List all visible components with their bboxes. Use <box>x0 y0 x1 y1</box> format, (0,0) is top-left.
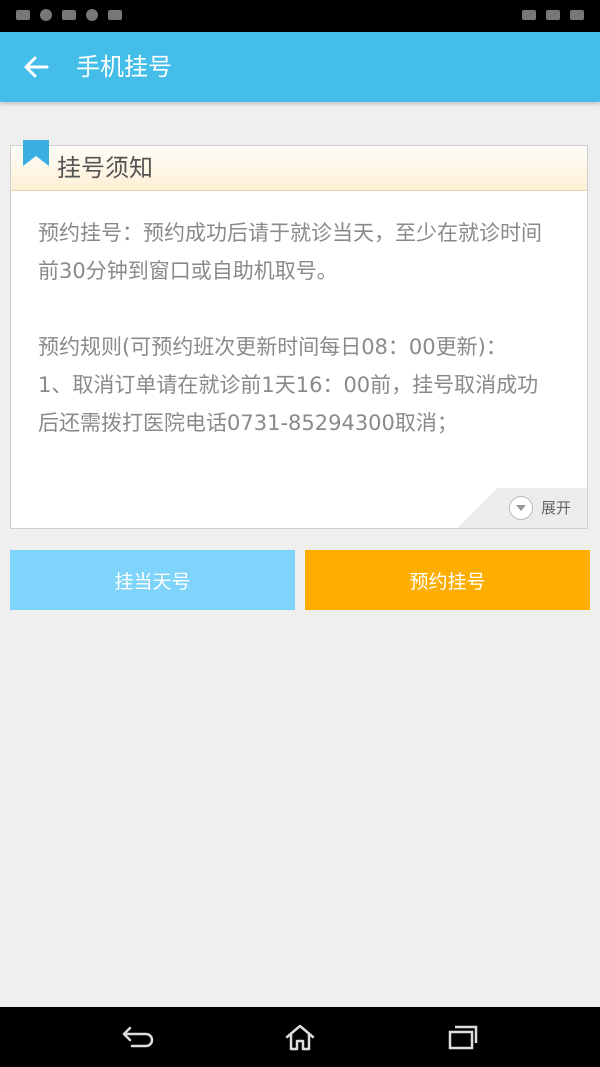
status-bar-left-icons <box>16 8 122 22</box>
registration-notice-card: 挂号须知 预约挂号：预约成功后请于就诊当天，至少在就诊时间前30分钟到窗口或自助… <box>10 140 588 529</box>
notice-paragraph: 预约挂号：预约成功后请于就诊当天，至少在就诊时间前30分钟到窗口或自助机取号。 <box>38 221 542 283</box>
notice-paragraph: 1、取消订单请在就诊前1天16：00前，挂号取消成功后还需拨打医院电话0731-… <box>38 373 539 435</box>
notification-icon <box>40 9 52 21</box>
status-bar <box>0 0 600 32</box>
page-title: 手机挂号 <box>76 53 172 81</box>
notice-title: 挂号须知 <box>57 154 153 182</box>
notification-icon <box>108 10 122 20</box>
notification-icon <box>62 10 76 20</box>
expand-button[interactable]: 展开 <box>441 488 587 528</box>
notice-paragraph: 预约规则(可预约班次更新时间每日08：00更新)： <box>38 335 507 359</box>
back-button[interactable] <box>16 47 56 87</box>
nav-back-icon[interactable] <box>120 1023 154 1051</box>
notification-icon <box>16 10 30 20</box>
status-bar-right-icons <box>522 8 584 22</box>
wifi-icon <box>546 10 560 20</box>
app-bar: 手机挂号 <box>0 32 600 102</box>
nav-recent-apps-icon[interactable] <box>446 1023 480 1051</box>
expand-label: 展开 <box>541 499 572 517</box>
notice-body: 预约挂号：预约成功后请于就诊当天，至少在就诊时间前30分钟到窗口或自助机取号。 … <box>38 214 558 442</box>
signal-icon <box>522 10 536 20</box>
bookmark-icon <box>23 140 49 166</box>
battery-icon <box>570 10 584 20</box>
arrow-left-icon <box>24 56 49 78</box>
notice-header: 挂号须知 <box>11 140 587 191</box>
same-day-registration-button[interactable]: 挂当天号 <box>10 550 295 610</box>
system-navigation-bar <box>0 1007 600 1067</box>
chevron-down-icon <box>509 496 533 520</box>
appointment-registration-button[interactable]: 预约挂号 <box>305 550 590 610</box>
notification-icon <box>86 9 98 21</box>
nav-home-icon[interactable] <box>283 1023 317 1051</box>
